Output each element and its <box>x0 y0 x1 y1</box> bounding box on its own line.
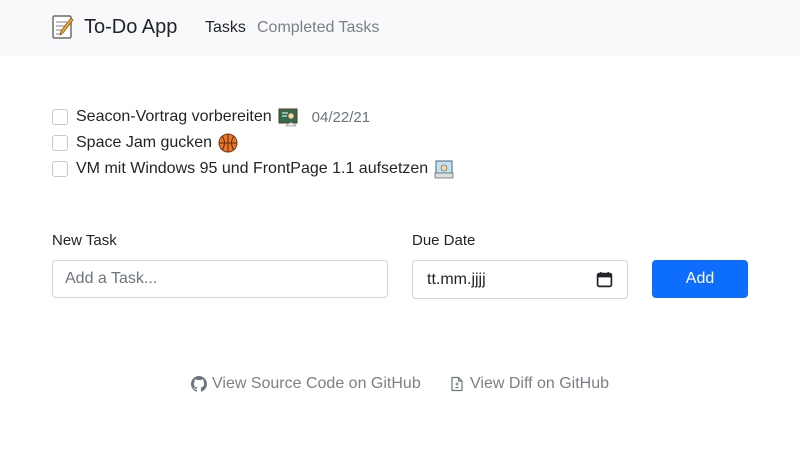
view-source-link[interactable]: View Source Code on GitHub <box>191 375 421 393</box>
list-item: VM mit Windows 95 und FrontPage 1.1 aufs… <box>52 156 454 182</box>
technologist-emoji <box>434 160 454 179</box>
memo-icon <box>52 15 74 39</box>
task-text: Seacon-Vortrag vorbereiten <box>76 108 272 125</box>
brand-title: To-Do App <box>84 15 178 38</box>
due-date-input[interactable]: tt.mm.jjjj <box>412 260 628 299</box>
new-task-label: New Task <box>52 232 117 249</box>
view-source-label: View Source Code on GitHub <box>212 375 421 392</box>
nav-completed-tasks[interactable]: Completed Tasks <box>257 19 379 37</box>
navbar: To-Do App Tasks Completed Tasks <box>0 0 800 56</box>
new-task-input[interactable] <box>52 260 388 298</box>
due-date-label: Due Date <box>412 232 476 249</box>
nav-tasks[interactable]: Tasks <box>205 19 246 37</box>
brand[interactable]: To-Do App <box>52 15 177 39</box>
github-icon <box>191 376 207 392</box>
file-diff-icon <box>451 376 463 392</box>
view-diff-link[interactable]: View Diff on GitHub <box>449 375 609 393</box>
list-item: Seacon-Vortrag vorbereiten 04/22/21 <box>52 104 454 130</box>
task-checkbox[interactable] <box>52 161 68 177</box>
add-button[interactable]: Add <box>652 260 748 298</box>
calendar-icon[interactable] <box>596 271 613 288</box>
view-diff-label: View Diff on GitHub <box>470 375 610 392</box>
task-list: Seacon-Vortrag vorbereiten 04/22/21 Spac… <box>52 104 454 182</box>
task-due-date: 04/22/21 <box>311 108 371 126</box>
task-checkbox[interactable] <box>52 109 68 125</box>
basketball-emoji <box>218 133 238 153</box>
task-text: Space Jam gucken <box>76 134 213 151</box>
task-checkbox[interactable] <box>52 135 68 151</box>
teacher-emoji <box>278 108 298 127</box>
task-text: VM mit Windows 95 und FrontPage 1.1 aufs… <box>76 160 429 177</box>
list-item: Space Jam gucken <box>52 130 454 156</box>
due-date-value: tt.mm.jjjj <box>427 270 486 288</box>
